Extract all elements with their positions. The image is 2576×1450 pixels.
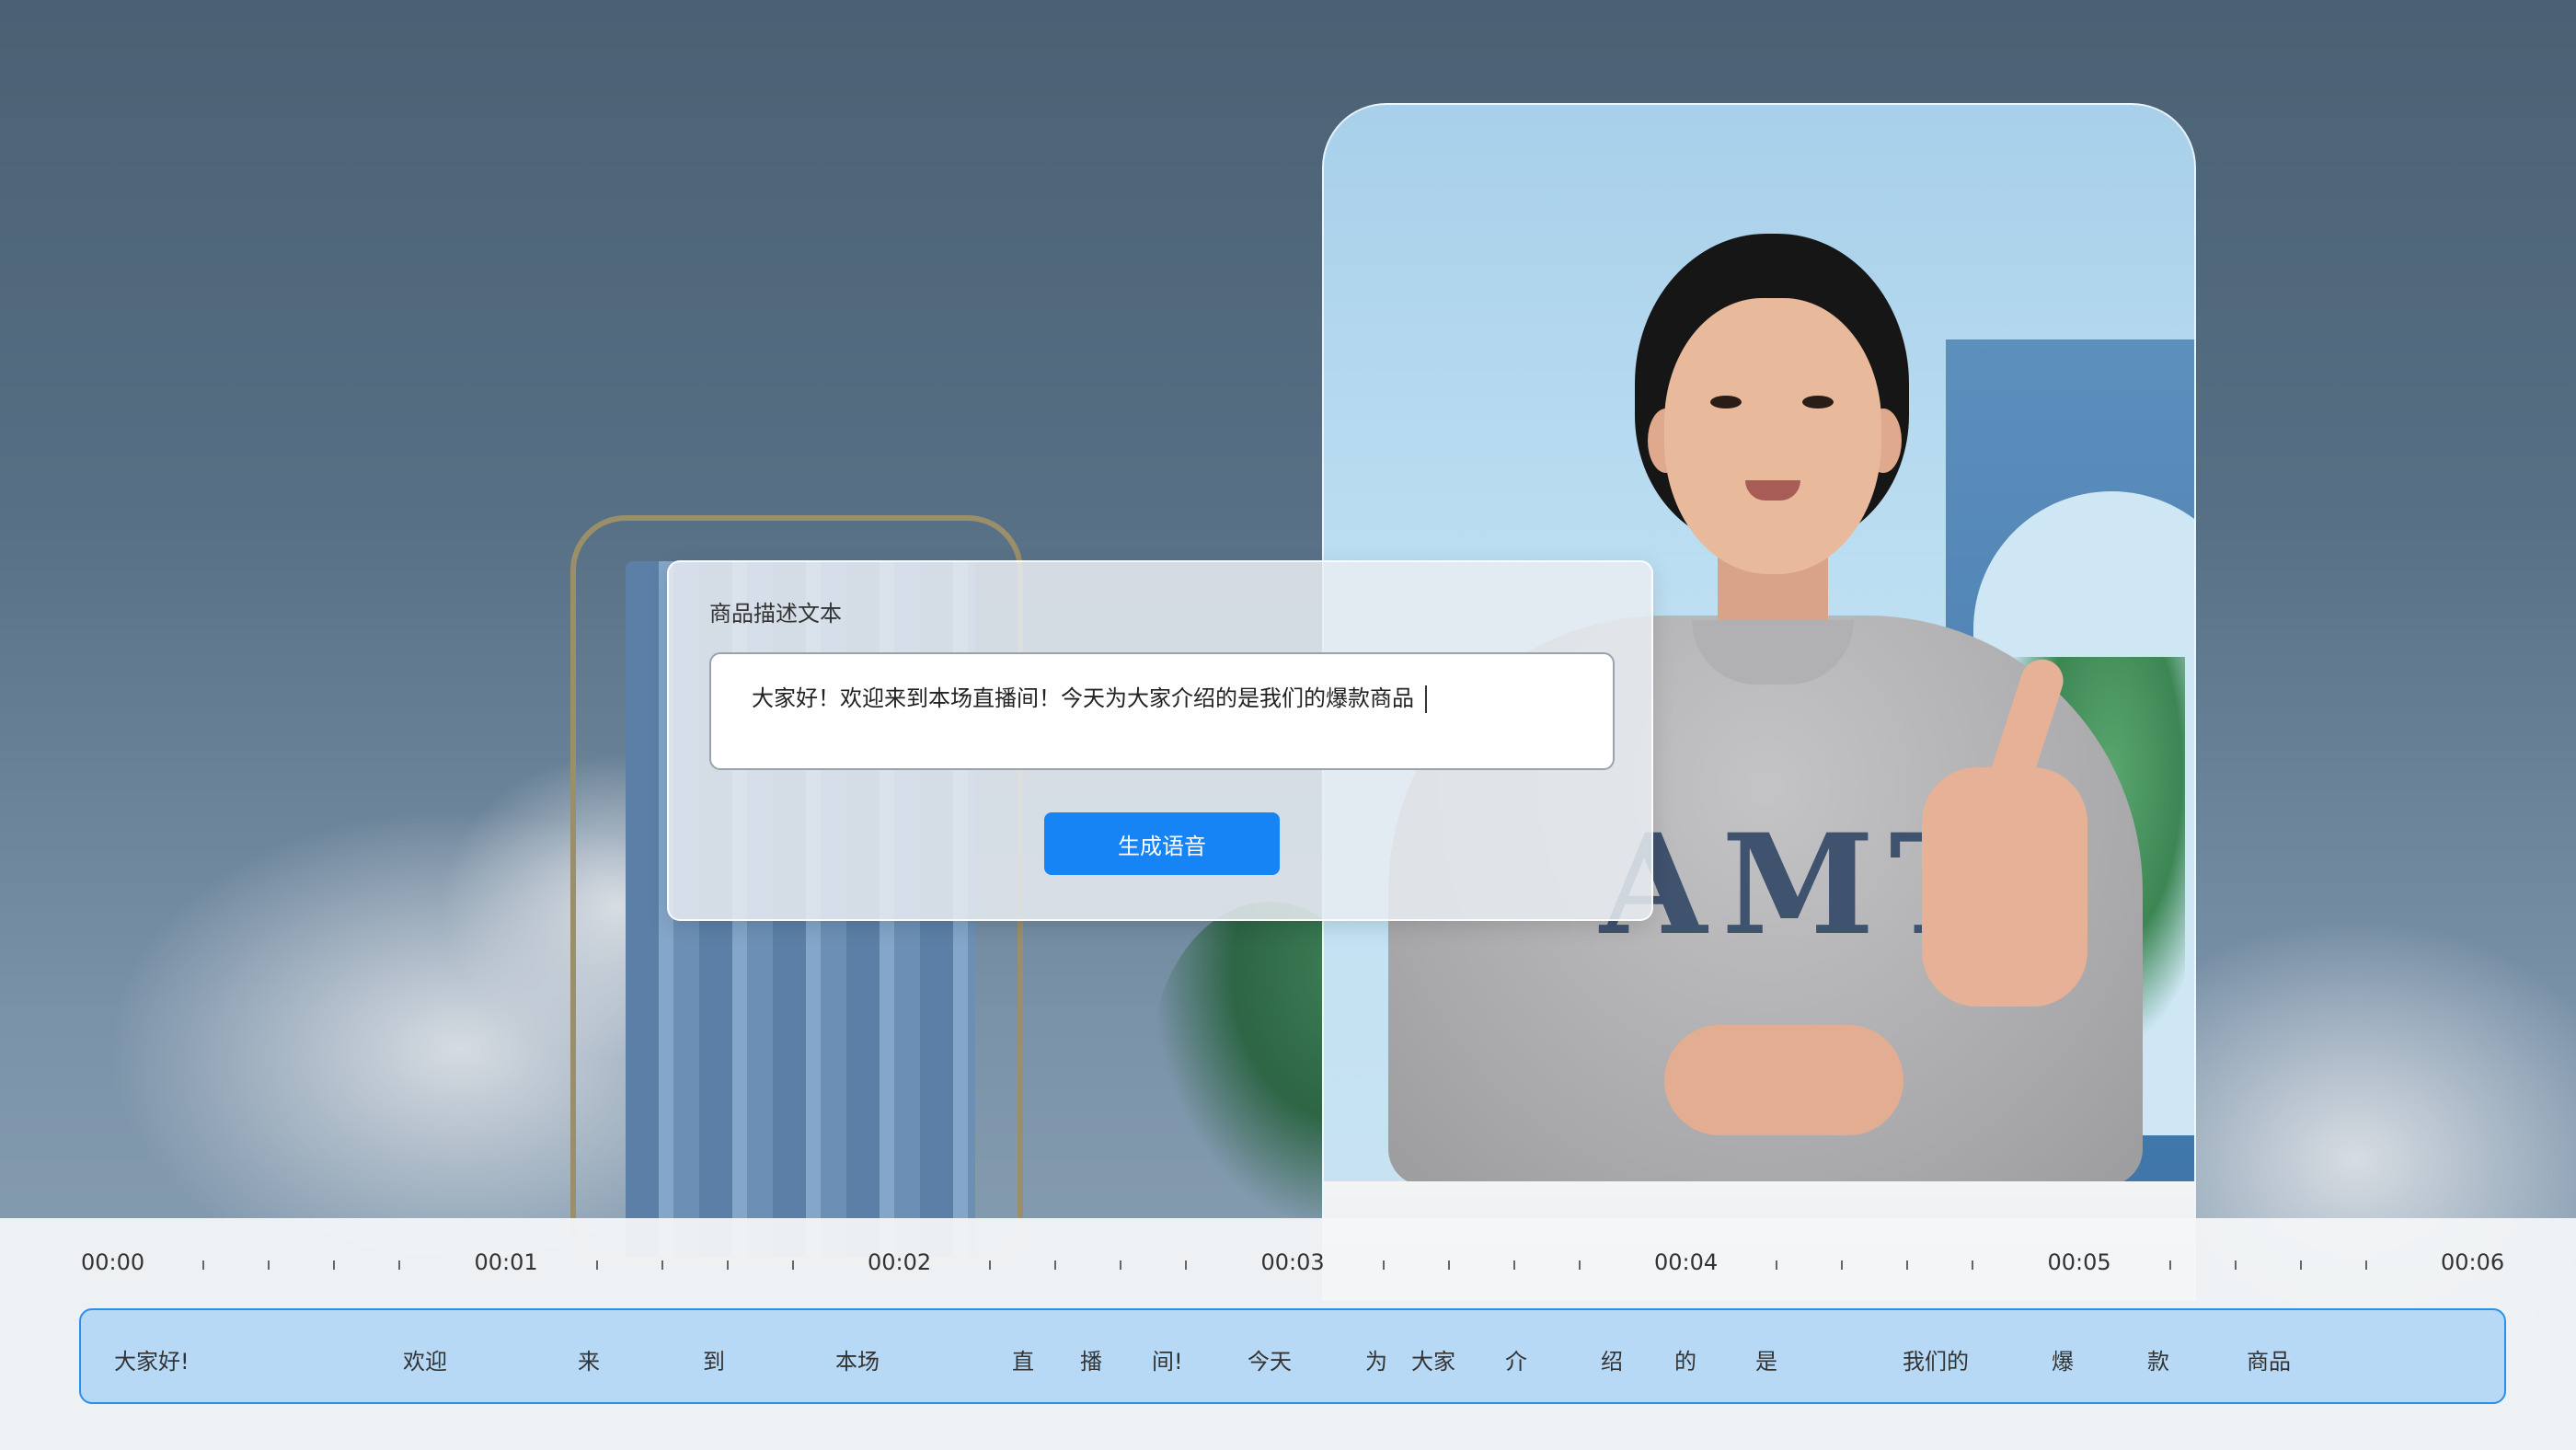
text-caret bbox=[1425, 685, 1427, 713]
minor-tick bbox=[791, 1260, 794, 1270]
speech-word[interactable]: 本场 bbox=[835, 1343, 880, 1375]
minor-tick bbox=[595, 1260, 598, 1270]
speech-word[interactable]: 为 bbox=[1365, 1343, 1387, 1375]
speech-word[interactable]: 的 bbox=[1674, 1343, 1696, 1375]
generate-voice-button[interactable]: 生成语音 bbox=[1044, 812, 1280, 875]
speech-word[interactable]: 今天 bbox=[1248, 1343, 1292, 1375]
time-label: 00:01 bbox=[474, 1249, 538, 1275]
minor-tick bbox=[398, 1260, 400, 1270]
speech-word[interactable]: 款 bbox=[2147, 1343, 2169, 1375]
time-label: 00:00 bbox=[81, 1249, 145, 1275]
avatar-raised-hand bbox=[1922, 767, 2087, 1007]
speech-word[interactable]: 来 bbox=[578, 1343, 600, 1375]
minor-tick bbox=[1054, 1260, 1056, 1270]
speech-word[interactable]: 介 bbox=[1505, 1343, 1527, 1375]
minor-tick bbox=[989, 1260, 991, 1270]
avatar-eye-left bbox=[1710, 396, 1742, 409]
avatar-resting-hand bbox=[1664, 1025, 1903, 1135]
time-label: 00:05 bbox=[2047, 1249, 2111, 1275]
speech-word[interactable]: 大家好! bbox=[114, 1343, 190, 1375]
minor-tick bbox=[333, 1260, 335, 1270]
minor-tick bbox=[1185, 1260, 1187, 1270]
speech-word[interactable]: 大家 bbox=[1411, 1343, 1455, 1375]
minor-tick bbox=[2364, 1260, 2367, 1270]
minor-tick bbox=[1776, 1260, 1777, 1270]
description-text-value: 大家好！欢迎来到本场直播间！今天为大家介绍的是我们的爆款商品 bbox=[752, 685, 1414, 711]
speech-word[interactable]: 是 bbox=[1755, 1343, 1777, 1375]
product-description-dialog: 商品描述文本 大家好！欢迎来到本场直播间！今天为大家介绍的是我们的爆款商品 生成… bbox=[667, 560, 1653, 921]
minor-tick bbox=[726, 1260, 729, 1270]
minor-tick bbox=[661, 1260, 663, 1270]
minor-tick bbox=[2234, 1260, 2237, 1270]
speech-word[interactable]: 播 bbox=[1080, 1343, 1102, 1375]
minor-tick bbox=[1972, 1260, 1973, 1270]
time-label: 00:06 bbox=[2441, 1249, 2505, 1275]
minor-tick bbox=[1120, 1260, 1121, 1270]
speech-word[interactable]: 爆 bbox=[2052, 1343, 2074, 1375]
time-label: 00:04 bbox=[1654, 1249, 1719, 1275]
minor-tick bbox=[2168, 1260, 2171, 1270]
minor-tick bbox=[1382, 1260, 1385, 1270]
minor-tick bbox=[1906, 1260, 1908, 1270]
speech-word[interactable]: 我们的 bbox=[1903, 1343, 1969, 1375]
minor-tick bbox=[1578, 1260, 1581, 1270]
speech-timeline: 00:00 00:01 00:02 00:03 00:04 00:05 00:06 大家好!… bbox=[0, 1218, 2576, 1450]
time-label: 00:02 bbox=[868, 1249, 932, 1275]
minor-tick bbox=[1512, 1260, 1515, 1270]
avatar-eye-right bbox=[1802, 396, 1834, 409]
minor-tick bbox=[1841, 1260, 1843, 1270]
speech-word[interactable]: 商品 bbox=[2247, 1343, 2291, 1375]
speech-word[interactable]: 欢迎 bbox=[403, 1343, 447, 1375]
minor-tick bbox=[2299, 1260, 2302, 1270]
time-label: 00:03 bbox=[1260, 1249, 1325, 1275]
speech-word[interactable]: 直 bbox=[1012, 1343, 1034, 1375]
time-ruler: 00:00 00:01 00:02 00:03 00:04 00:05 00:06 bbox=[0, 1218, 2576, 1292]
speech-track[interactable]: 大家好! 欢迎 来 到 本场 直 播 间! 今天 为大家 介 绍 的 是 我们的 爆 款 商品 bbox=[79, 1308, 2506, 1404]
avatar-face bbox=[1664, 298, 1881, 574]
minor-tick bbox=[268, 1260, 270, 1270]
description-text-input[interactable]: 大家好！欢迎来到本场直播间！今天为大家介绍的是我们的爆款商品 bbox=[709, 652, 1615, 770]
minor-tick bbox=[1447, 1260, 1450, 1270]
dialog-title: 商品描述文本 bbox=[709, 601, 842, 627]
speech-word[interactable]: 间! bbox=[1152, 1343, 1183, 1375]
minor-tick bbox=[202, 1260, 204, 1270]
speech-word[interactable]: 绍 bbox=[1601, 1343, 1623, 1375]
speech-word[interactable]: 到 bbox=[703, 1343, 725, 1375]
